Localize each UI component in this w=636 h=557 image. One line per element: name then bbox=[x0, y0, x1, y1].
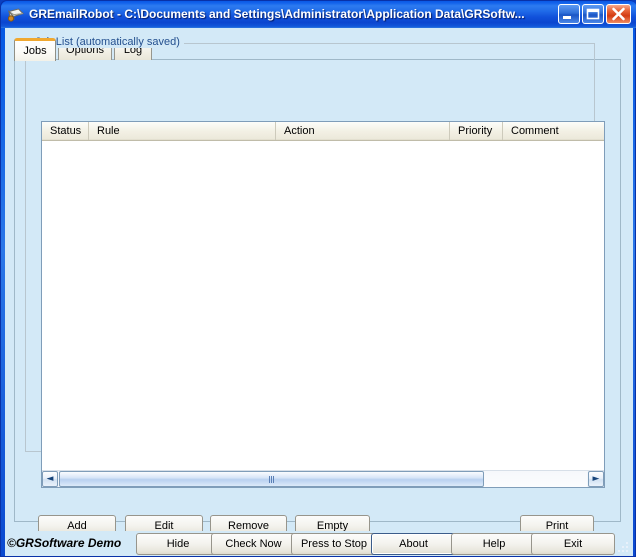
status-bar: ©GRSoftware Demo Hide Check Now Press to… bbox=[5, 531, 633, 556]
close-button[interactable] bbox=[606, 4, 631, 24]
check-now-button[interactable]: Check Now bbox=[211, 533, 296, 555]
window-title: GREmailRobot - C:\Documents and Settings… bbox=[29, 7, 525, 21]
hide-button[interactable]: Hide bbox=[136, 533, 220, 555]
job-list-view[interactable]: Status Rule Action Priority Comment ◄ ► bbox=[41, 121, 605, 488]
client-area: Jobs Options Log Job List (automatically… bbox=[5, 28, 633, 537]
scrollbar-thumb[interactable] bbox=[59, 471, 484, 487]
application-window: GREmailRobot - C:\Documents and Settings… bbox=[0, 0, 636, 557]
status-bar-text: ©GRSoftware Demo bbox=[7, 536, 122, 550]
scroll-right-arrow-icon[interactable]: ► bbox=[588, 471, 604, 487]
help-button[interactable]: Help bbox=[451, 533, 537, 555]
job-list-header: Status Rule Action Priority Comment bbox=[42, 122, 604, 141]
column-header-priority[interactable]: Priority bbox=[450, 122, 503, 140]
tab-jobs[interactable]: Jobs bbox=[14, 38, 56, 61]
scroll-left-glyph: ◄ bbox=[46, 474, 54, 484]
exit-button[interactable]: Exit bbox=[531, 533, 615, 555]
horizontal-scrollbar[interactable]: ◄ ► bbox=[42, 470, 604, 487]
title-bar[interactable]: GREmailRobot - C:\Documents and Settings… bbox=[1, 1, 636, 28]
column-header-comment[interactable]: Comment bbox=[503, 122, 604, 140]
about-button[interactable]: About bbox=[371, 533, 456, 555]
maximize-button[interactable] bbox=[582, 4, 604, 24]
scrollbar-track[interactable] bbox=[59, 471, 587, 487]
minimize-button[interactable] bbox=[558, 4, 580, 24]
stop-button[interactable]: Press to Stop bbox=[291, 533, 377, 555]
scroll-left-arrow-icon[interactable]: ◄ bbox=[42, 471, 58, 487]
column-header-status[interactable]: Status bbox=[42, 122, 89, 140]
job-list-body[interactable] bbox=[42, 141, 604, 471]
column-header-rule[interactable]: Rule bbox=[89, 122, 276, 140]
resize-grip-icon[interactable] bbox=[617, 541, 630, 554]
envelope-icon bbox=[7, 7, 24, 22]
scrollbar-thumb-grip-icon bbox=[268, 476, 275, 483]
scroll-right-glyph: ► bbox=[592, 474, 600, 484]
column-header-action[interactable]: Action bbox=[276, 122, 450, 140]
